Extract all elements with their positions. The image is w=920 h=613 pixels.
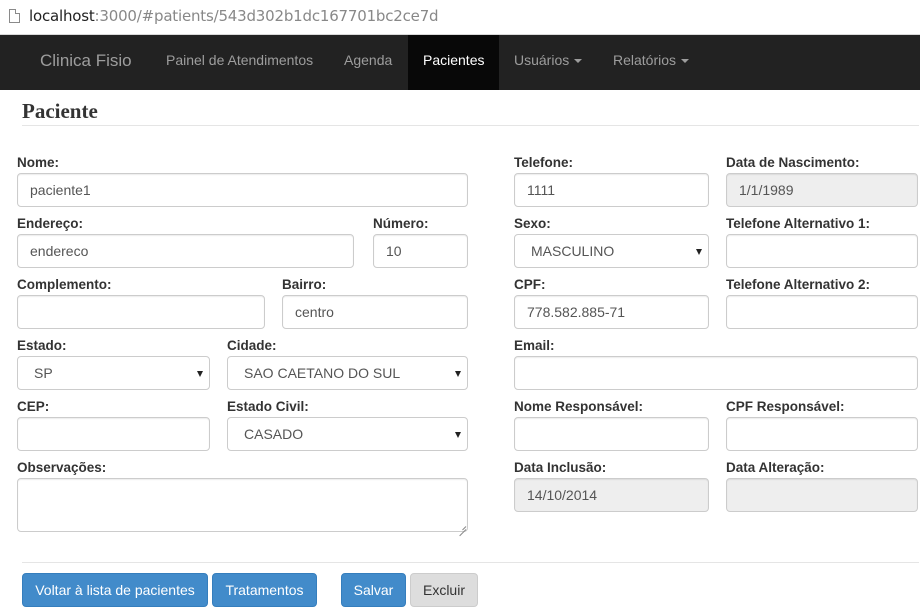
telefone-alt2-input[interactable] xyxy=(726,295,918,329)
sexo-select[interactable]: MASCULINO xyxy=(514,234,709,268)
observacoes-textarea[interactable] xyxy=(17,478,468,532)
sexo-label: Sexo: xyxy=(514,216,551,231)
nav-painel-atendimentos-label: Painel de Atendimentos xyxy=(166,52,314,68)
bairro-input[interactable]: centro xyxy=(282,295,468,329)
numero-input[interactable]: 10 xyxy=(373,234,468,268)
email-input[interactable] xyxy=(514,356,918,390)
actions-divider xyxy=(22,562,919,563)
title-divider xyxy=(22,125,919,126)
nav-usuarios-label: Usuários xyxy=(514,52,570,68)
page-title: Paciente xyxy=(22,99,98,123)
tratamentos-button[interactable]: Tratamentos xyxy=(212,573,317,607)
data-inclusao-input: 14/10/2014 xyxy=(514,478,709,512)
telefone-input[interactable]: 1111 xyxy=(514,173,709,207)
top-navbar: Clinica Fisio Painel de Atendimentos Age… xyxy=(0,35,920,90)
observacoes-label: Observações: xyxy=(17,460,107,475)
nome-responsavel-input[interactable] xyxy=(514,417,709,451)
nome-responsavel-label: Nome Responsável: xyxy=(514,399,644,414)
telefone-alt1-input[interactable] xyxy=(726,234,918,268)
cpf-label: CPF: xyxy=(514,277,546,292)
nav-agenda[interactable]: Agenda xyxy=(329,35,407,90)
delete-button[interactable]: Excluir xyxy=(410,573,478,607)
nav-pacientes-label: Pacientes xyxy=(423,52,485,68)
telefone-alt2-label: Telefone Alternativo 2: xyxy=(726,277,871,292)
complemento-input[interactable] xyxy=(17,295,265,329)
numero-label: Número: xyxy=(373,216,429,231)
data-nascimento-label: Data de Nascimento: xyxy=(726,155,860,170)
data-inclusao-label: Data Inclusão: xyxy=(514,460,607,475)
endereco-input[interactable]: endereco xyxy=(17,234,354,268)
data-alteracao-input xyxy=(726,478,918,512)
url-field[interactable]: localhost:3000/#patients/543d302b1dc1677… xyxy=(29,7,439,25)
nav-agenda-label: Agenda xyxy=(344,52,393,68)
page-icon xyxy=(9,9,20,23)
estado-label: Estado: xyxy=(17,338,67,353)
url-host: localhost xyxy=(29,7,95,25)
estado-civil-select-value: CASADO xyxy=(244,426,304,442)
nav-usuarios-dropdown[interactable]: Usuários xyxy=(499,35,597,90)
estado-select[interactable]: SP xyxy=(17,356,210,390)
cep-input[interactable] xyxy=(17,417,210,451)
cidade-select-value: SAO CAETANO DO SUL xyxy=(244,365,401,381)
nav-pacientes[interactable]: Pacientes xyxy=(408,35,499,90)
sexo-select-value: MASCULINO xyxy=(531,243,615,259)
dropdown-arrow-icon xyxy=(696,249,702,255)
estado-civil-label: Estado Civil: xyxy=(227,399,309,414)
cpf-responsavel-input[interactable] xyxy=(726,417,918,451)
telefone-label: Telefone: xyxy=(514,155,574,170)
brand-link[interactable]: Clinica Fisio xyxy=(40,51,132,71)
caret-down-icon xyxy=(681,59,690,64)
complemento-label: Complemento: xyxy=(17,277,112,292)
nav-painel-atendimentos[interactable]: Painel de Atendimentos xyxy=(151,35,328,90)
estado-civil-select[interactable]: CASADO xyxy=(227,417,468,451)
nav-relatorios-dropdown[interactable]: Relatórios xyxy=(598,35,704,90)
nome-input[interactable]: paciente1 xyxy=(17,173,468,207)
cpf-responsavel-label: CPF Responsável: xyxy=(726,399,845,414)
nome-label: Nome: xyxy=(17,155,60,170)
resize-grip-icon[interactable] xyxy=(458,522,466,530)
back-to-list-button[interactable]: Voltar à lista de pacientes xyxy=(22,573,208,607)
url-path: :3000/#patients/543d302b1dc167701bc2ce7d xyxy=(94,7,439,25)
dropdown-arrow-icon xyxy=(455,371,461,377)
telefone-alt1-label: Telefone Alternativo 1: xyxy=(726,216,871,231)
data-nascimento-input: 1/1/1989 xyxy=(726,173,918,207)
nav-relatorios-label: Relatórios xyxy=(613,52,677,68)
cidade-select[interactable]: SAO CAETANO DO SUL xyxy=(227,356,468,390)
cep-label: CEP: xyxy=(17,399,50,414)
endereco-label: Endereço: xyxy=(17,216,84,231)
email-label: Email: xyxy=(514,338,555,353)
cidade-label: Cidade: xyxy=(227,338,277,353)
dropdown-arrow-icon xyxy=(455,432,461,438)
browser-address-bar: localhost:3000/#patients/543d302b1dc1677… xyxy=(0,0,920,35)
estado-select-value: SP xyxy=(34,365,53,381)
bairro-label: Bairro: xyxy=(282,277,327,292)
caret-down-icon xyxy=(574,59,583,64)
save-button[interactable]: Salvar xyxy=(341,573,406,607)
dropdown-arrow-icon xyxy=(197,371,203,377)
data-alteracao-label: Data Alteração: xyxy=(726,460,825,475)
cpf-input[interactable]: 778.582.885-71 xyxy=(514,295,709,329)
